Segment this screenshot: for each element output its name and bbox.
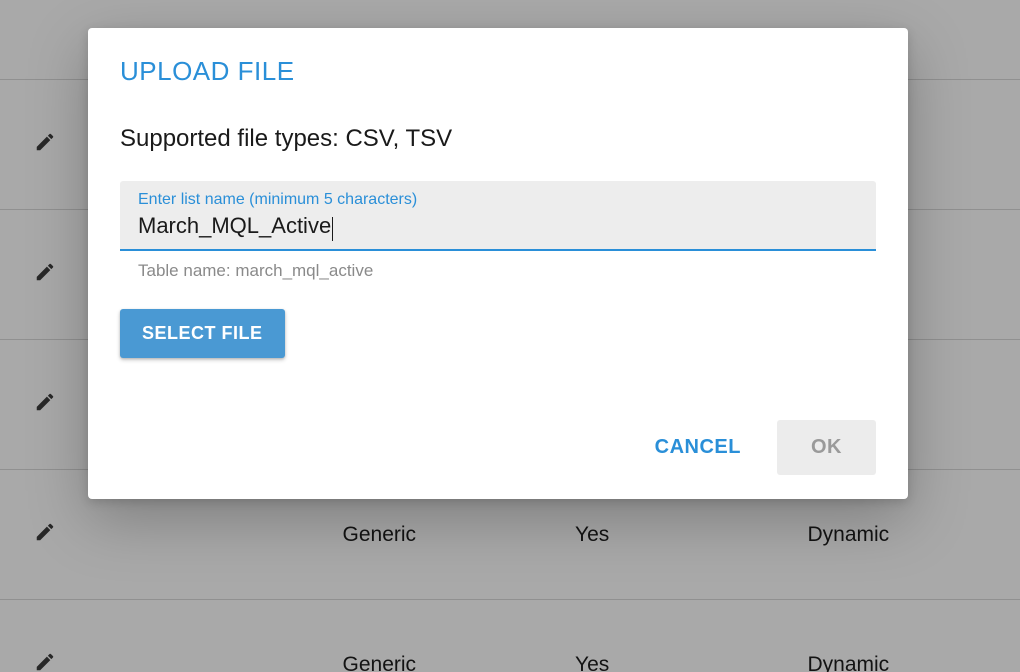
list-name-input-container[interactable]: Enter list name (minimum 5 characters) M… xyxy=(120,181,876,251)
ok-button[interactable]: OK xyxy=(777,420,876,475)
table-name-hint: Table name: march_mql_active xyxy=(120,261,876,281)
list-name-input-label: Enter list name (minimum 5 characters) xyxy=(138,191,858,209)
text-caret xyxy=(332,217,333,241)
supported-file-types: Supported file types: CSV, TSV xyxy=(120,125,876,153)
select-file-button[interactable]: SELECT FILE xyxy=(120,309,285,358)
list-name-input-value: March_MQL_Active xyxy=(138,213,331,239)
modal-title: UPLOAD FILE xyxy=(120,56,876,87)
cancel-button[interactable]: CANCEL xyxy=(647,426,749,469)
list-name-input[interactable]: March_MQL_Active xyxy=(138,213,858,241)
upload-file-modal: UPLOAD FILE Supported file types: CSV, T… xyxy=(88,28,908,499)
modal-footer: CANCEL OK xyxy=(120,420,876,475)
